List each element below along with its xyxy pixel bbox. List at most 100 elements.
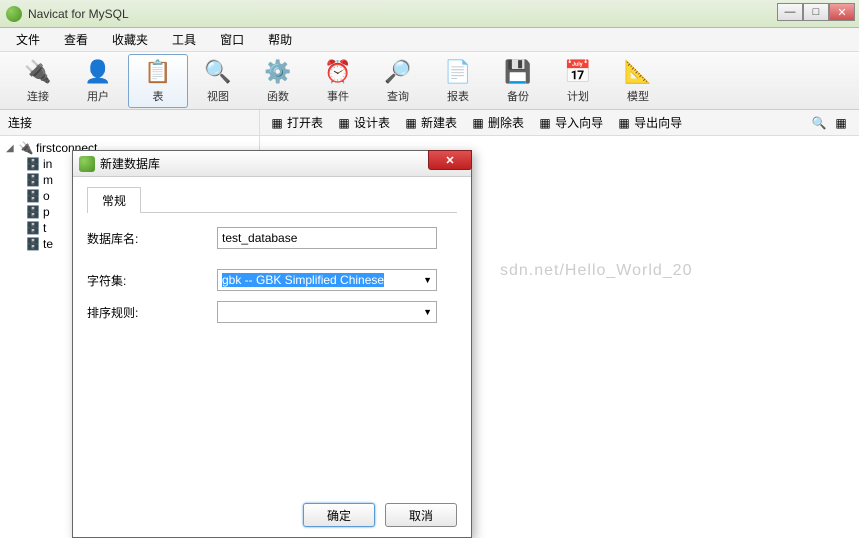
tool-icon: 📄 (444, 58, 472, 86)
app-title: Navicat for MySQL (28, 7, 853, 21)
tree-item-label: p (43, 205, 50, 219)
subaction-导入向导[interactable]: ▦导入向导 (532, 112, 609, 133)
tool-计划[interactable]: 📅 计划 (548, 54, 608, 108)
main-toolbar: 🔌连接👤用户📋表🔍视图⚙️函数⏰事件🔎查询📄报表💾备份📅计划📐模型 (0, 52, 859, 110)
subaction-label: 删除表 (488, 114, 524, 131)
table-icon: ▦ (471, 116, 485, 130)
tool-icon: 📐 (624, 58, 652, 86)
database-icon: 🗄️ (26, 221, 40, 235)
search-icon[interactable]: 🔍 (811, 115, 827, 131)
subaction-删除表[interactable]: ▦删除表 (465, 112, 530, 133)
window-close-button[interactable]: ✕ (829, 3, 855, 21)
tool-label: 视图 (207, 88, 229, 104)
database-icon: 🗄️ (26, 205, 40, 219)
title-bar: Navicat for MySQL — □ ✕ (0, 0, 859, 28)
tool-icon: 🔍 (204, 58, 232, 86)
tool-label: 函数 (267, 88, 289, 104)
tool-icon: 📅 (564, 58, 592, 86)
tree-item-label: o (43, 189, 50, 203)
tool-label: 连接 (27, 88, 49, 104)
tool-label: 表 (153, 88, 164, 104)
tool-icon: ⏰ (324, 58, 352, 86)
ok-button[interactable]: 确定 (303, 503, 375, 527)
db-name-label: 数据库名: (87, 230, 217, 247)
db-name-input[interactable] (217, 227, 437, 249)
subaction-label: 打开表 (287, 114, 323, 131)
tool-icon: ⚙️ (264, 58, 292, 86)
menu-bar: 文件 查看 收藏夹 工具 窗口 帮助 (0, 28, 859, 52)
watermark: sdn.net/Hello_World_20 (500, 262, 692, 280)
sub-toolbar: 连接 ▦打开表▦设计表▦新建表▦删除表▦导入向导▦导出向导 🔍 ▦ (0, 110, 859, 136)
tool-icon: 🔌 (24, 58, 52, 86)
tool-label: 模型 (627, 88, 649, 104)
menu-view[interactable]: 查看 (52, 28, 100, 51)
tool-视图[interactable]: 🔍 视图 (188, 54, 248, 108)
subaction-打开表[interactable]: ▦打开表 (264, 112, 329, 133)
subaction-导出向导[interactable]: ▦导出向导 (611, 112, 688, 133)
app-icon (6, 6, 22, 22)
minimize-button[interactable]: — (777, 3, 803, 21)
tool-备份[interactable]: 💾 备份 (488, 54, 548, 108)
tool-label: 计划 (567, 88, 589, 104)
tool-表[interactable]: 📋表 (128, 54, 188, 108)
charset-label: 字符集: (87, 272, 217, 289)
database-icon: 🗄️ (26, 189, 40, 203)
tool-label: 事件 (327, 88, 349, 104)
tool-用户[interactable]: 👤 用户 (68, 54, 128, 108)
dialog-title-text: 新建数据库 (100, 155, 160, 172)
dialog-icon (79, 156, 95, 172)
database-icon: 🗄️ (26, 237, 40, 251)
tool-查询[interactable]: 🔎 查询 (368, 54, 428, 108)
dropdown-icon: ▼ (423, 275, 432, 285)
tree-item-label: t (43, 221, 46, 235)
tab-general[interactable]: 常规 (87, 187, 141, 213)
collapse-icon[interactable]: ◢ (6, 143, 16, 154)
subaction-label: 导出向导 (634, 114, 682, 131)
tool-label: 备份 (507, 88, 529, 104)
subaction-label: 导入向导 (555, 114, 603, 131)
tool-label: 报表 (447, 88, 469, 104)
tool-label: 查询 (387, 88, 409, 104)
database-icon: 🗄️ (26, 157, 40, 171)
cancel-button[interactable]: 取消 (385, 503, 457, 527)
database-icon: 🗄️ (26, 173, 40, 187)
table-icon: ▦ (617, 116, 631, 130)
grid-view-icon[interactable]: ▦ (833, 115, 849, 131)
tool-报表[interactable]: 📄 报表 (428, 54, 488, 108)
subaction-label: 设计表 (354, 114, 390, 131)
charset-value: gbk -- GBK Simplified Chinese (222, 273, 384, 287)
collation-select[interactable]: ▼ (217, 301, 437, 323)
dropdown-icon: ▼ (423, 307, 432, 317)
tool-事件[interactable]: ⏰ 事件 (308, 54, 368, 108)
menu-file[interactable]: 文件 (4, 28, 52, 51)
tool-icon: 👤 (84, 58, 112, 86)
menu-favorites[interactable]: 收藏夹 (100, 28, 160, 51)
charset-select[interactable]: gbk -- GBK Simplified Chinese ▼ (217, 269, 437, 291)
tool-函数[interactable]: ⚙️ 函数 (248, 54, 308, 108)
table-icon: ▦ (538, 116, 552, 130)
dialog-close-button[interactable]: ✕ (428, 150, 472, 170)
table-icon: ▦ (270, 116, 284, 130)
subbar-left-label: 连接 (0, 110, 260, 135)
subaction-新建表[interactable]: ▦新建表 (398, 112, 463, 133)
maximize-button[interactable]: □ (803, 3, 829, 21)
tool-label: 用户 (87, 88, 109, 104)
tool-icon: 🔎 (384, 58, 412, 86)
tree-item-label: in (43, 157, 52, 171)
tool-连接[interactable]: 🔌 连接 (8, 54, 68, 108)
subaction-label: 新建表 (421, 114, 457, 131)
tree-item-label: te (43, 237, 53, 251)
new-database-dialog: 新建数据库 ✕ 常规 数据库名: 字符集: gbk -- GBK Simplif… (72, 150, 472, 538)
menu-help[interactable]: 帮助 (256, 28, 304, 51)
tool-模型[interactable]: 📐 模型 (608, 54, 668, 108)
tool-icon: 📋 (144, 58, 172, 86)
subaction-设计表[interactable]: ▦设计表 (331, 112, 396, 133)
table-icon: ▦ (404, 116, 418, 130)
tool-icon: 💾 (504, 58, 532, 86)
menu-tools[interactable]: 工具 (160, 28, 208, 51)
table-icon: ▦ (337, 116, 351, 130)
tree-item-label: m (43, 173, 53, 187)
menu-window[interactable]: 窗口 (208, 28, 256, 51)
collation-label: 排序规则: (87, 304, 217, 321)
dialog-titlebar[interactable]: 新建数据库 ✕ (73, 151, 471, 177)
